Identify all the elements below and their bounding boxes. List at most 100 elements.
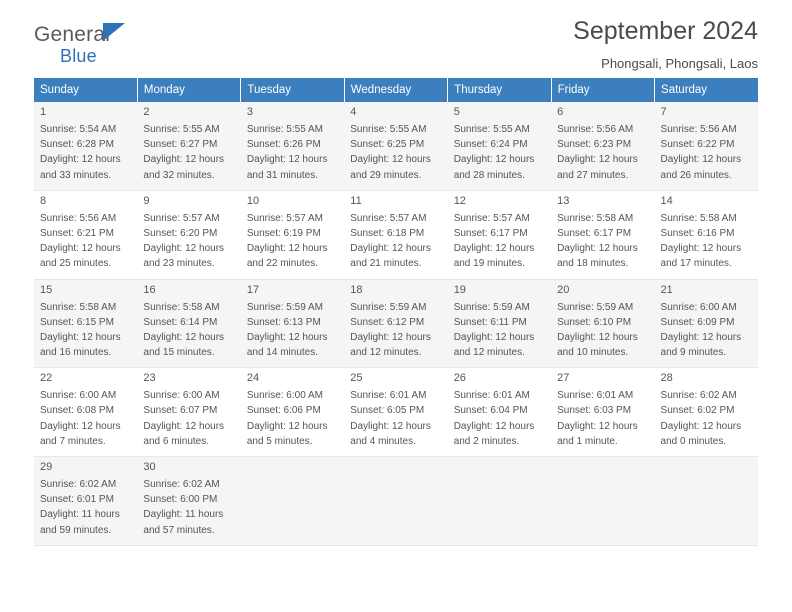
day-info-line: and 15 minutes.: [143, 347, 215, 359]
title-block: September 2024 Phongsali, Phongsali, Lao…: [573, 17, 758, 71]
day-info-line: and 33 minutes.: [40, 169, 112, 181]
day-info-line: Sunset: 6:25 PM: [350, 139, 425, 151]
flag-triangle-icon: [103, 23, 125, 41]
day-info-line: Sunrise: 5:57 AM: [246, 212, 323, 224]
weekday-header-monday: Monday: [137, 78, 242, 102]
day-info-line: Sunrise: 5:58 AM: [40, 301, 117, 313]
calendar-day-cell[interactable]: 10 Sunrise: 5:57 AM Sunset: 6:19 PM Dayligh…: [240, 190, 345, 280]
calendar-day-cell[interactable]: 2 Sunrise: 5:55 AM Sunset: 6:27 PM Daylight…: [137, 102, 241, 191]
calendar-day-cell[interactable]: 8 Sunrise: 5:56 AM Sunset: 6:21 PM Daylight…: [34, 190, 138, 280]
calendar-day-cell[interactable]: 14 Sunrise: 5:58 AM Sunset: 6:16 PM Dayligh…: [654, 190, 758, 280]
day-info-line: Sunset: 6:07 PM: [143, 405, 218, 417]
day-info-line: Sunrise: 6:00 AM: [143, 390, 220, 402]
day-number: 10: [246, 194, 260, 207]
day-info-line: Daylight: 12 hours: [453, 420, 535, 432]
calendar-day-cell[interactable]: 28 Sunrise: 6:02 AM Sunset: 6:02 PM Dayligh…: [654, 367, 758, 457]
logo[interactable]: General Blue: [34, 23, 125, 65]
calendar-day-cell[interactable]: 23 Sunrise: 6:00 AM Sunset: 6:07 PM Dayligh…: [137, 367, 241, 457]
day-info-line: Sunrise: 6:01 AM: [453, 390, 530, 402]
calendar-day-cell[interactable]: 16 Sunrise: 5:58 AM Sunset: 6:14 PM Dayligh…: [137, 279, 241, 369]
day-info-line: Daylight: 12 hours: [143, 420, 225, 432]
day-info-line: Sunset: 6:14 PM: [143, 316, 218, 328]
day-info-line: Daylight: 12 hours: [246, 331, 328, 343]
day-number: 12: [453, 194, 466, 207]
day-number: 15: [40, 283, 53, 296]
day-info-line: Sunset: 6:20 PM: [143, 227, 218, 239]
calendar-week-row: 29 Sunrise: 6:02 AM Sunset: 6:01 PM Dayligh…: [34, 456, 758, 546]
calendar-day-cell[interactable]: 20 Sunrise: 5:59 AM Sunset: 6:10 PM Dayligh…: [551, 279, 655, 369]
day-info-line: and 32 minutes.: [143, 169, 215, 181]
calendar-day-cell[interactable]: 3 Sunrise: 5:55 AM Sunset: 6:26 PM Daylight…: [240, 102, 345, 191]
calendar-day-cell[interactable]: 25 Sunrise: 6:01 AM Sunset: 6:05 PM Dayligh…: [344, 367, 448, 457]
calendar-day-cell[interactable]: 9 Sunrise: 5:57 AM Sunset: 6:20 PM Daylight…: [137, 190, 241, 280]
day-number: 5: [453, 106, 460, 118]
calendar-day-cell[interactable]: 5 Sunrise: 5:55 AM Sunset: 6:24 PM Daylight…: [447, 102, 552, 191]
calendar-day-cell[interactable]: 17 Sunrise: 5:59 AM Sunset: 6:13 PM Dayligh…: [240, 279, 345, 369]
day-info-line: and 5 minutes.: [246, 435, 313, 447]
calendar-day-cell[interactable]: 18 Sunrise: 5:59 AM Sunset: 6:12 PM Dayligh…: [344, 279, 448, 369]
page-header: General Blue September 2024 Phongsali, P…: [34, 0, 758, 78]
day-info-line: Daylight: 12 hours: [350, 331, 431, 343]
day-info-line: Daylight: 12 hours: [660, 154, 742, 166]
calendar-empty-cell: [551, 456, 655, 546]
day-number: 30: [143, 461, 156, 473]
day-info-line: Sunset: 6:19 PM: [246, 227, 321, 239]
day-number: 18: [350, 283, 363, 296]
weekday-header-row: Sunday Monday Tuesday Wednesday Thursday…: [34, 78, 758, 102]
day-info-line: and 12 minutes.: [350, 347, 422, 359]
day-number: 14: [660, 194, 673, 207]
day-info-line: Daylight: 12 hours: [246, 243, 328, 255]
day-info-line: Daylight: 12 hours: [453, 243, 535, 255]
day-info-line: Sunset: 6:18 PM: [350, 227, 425, 239]
day-info-line: and 16 minutes.: [40, 347, 112, 359]
day-info-line: Sunrise: 6:01 AM: [350, 390, 427, 402]
calendar-day-cell[interactable]: 11 Sunrise: 5:57 AM Sunset: 6:18 PM Dayligh…: [344, 190, 448, 280]
day-info-line: Sunset: 6:03 PM: [557, 405, 632, 417]
page-subtitle-location: Phongsali, Phongsali, Laos: [601, 55, 758, 71]
calendar-day-cell[interactable]: 19 Sunrise: 5:59 AM Sunset: 6:11 PM Dayligh…: [447, 279, 552, 369]
day-number: 13: [557, 194, 570, 207]
calendar-day-cell[interactable]: 1 Sunrise: 5:54 AM Sunset: 6:28 PM Daylight…: [34, 102, 138, 191]
day-info-line: Sunrise: 6:00 AM: [246, 390, 323, 402]
calendar-day-cell[interactable]: 26 Sunrise: 6:01 AM Sunset: 6:04 PM Dayligh…: [447, 367, 552, 457]
day-info-line: Sunset: 6:08 PM: [40, 405, 114, 417]
day-info-line: and 59 minutes.: [40, 524, 112, 536]
calendar-empty-cell: [447, 456, 552, 546]
day-info-line: and 21 minutes.: [350, 258, 422, 270]
calendar-day-cell[interactable]: 22 Sunrise: 6:00 AM Sunset: 6:08 PM Dayligh…: [34, 367, 138, 457]
calendar-day-cell[interactable]: 7 Sunrise: 5:56 AM Sunset: 6:22 PM Daylight…: [654, 102, 758, 191]
day-info-line: Sunrise: 5:59 AM: [350, 301, 427, 313]
calendar-day-cell[interactable]: 21 Sunrise: 6:00 AM Sunset: 6:09 PM Dayligh…: [654, 279, 758, 369]
calendar-day-cell[interactable]: 12 Sunrise: 5:57 AM Sunset: 6:17 PM Dayligh…: [447, 190, 552, 280]
day-info-line: Sunrise: 5:57 AM: [453, 212, 530, 224]
calendar-day-cell[interactable]: 4 Sunrise: 5:55 AM Sunset: 6:25 PM Daylight…: [344, 102, 448, 191]
day-info-line: Sunset: 6:22 PM: [660, 139, 735, 151]
weekday-header-sunday: Sunday: [34, 78, 138, 102]
day-number: 1: [40, 106, 47, 118]
calendar-page: General Blue September 2024 Phongsali, P…: [0, 0, 792, 612]
calendar-day-cell[interactable]: 30 Sunrise: 6:02 AM Sunset: 6:00 PM Dayligh…: [137, 456, 241, 546]
calendar-day-cell[interactable]: 15 Sunrise: 5:58 AM Sunset: 6:15 PM Dayligh…: [34, 279, 138, 369]
day-info-line: and 17 minutes.: [660, 258, 732, 270]
day-number: 8: [40, 194, 47, 207]
day-info-line: and 26 minutes.: [660, 169, 732, 181]
day-info-line: Daylight: 12 hours: [143, 154, 225, 166]
day-info-line: Sunrise: 5:57 AM: [350, 212, 427, 224]
day-info-line: Sunrise: 6:00 AM: [660, 301, 737, 313]
day-info-line: and 1 minute.: [557, 435, 618, 447]
day-number: 2: [143, 106, 150, 118]
calendar-day-cell[interactable]: 24 Sunrise: 6:00 AM Sunset: 6:06 PM Dayligh…: [240, 367, 345, 457]
day-number: 20: [557, 283, 570, 296]
day-number: 9: [143, 194, 150, 207]
day-number: 23: [143, 372, 156, 385]
day-info-line: Sunset: 6:21 PM: [40, 227, 114, 239]
day-info-line: Sunrise: 6:01 AM: [557, 390, 634, 402]
day-info-line: Daylight: 12 hours: [557, 243, 638, 255]
calendar-day-cell[interactable]: 6 Sunrise: 5:56 AM Sunset: 6:23 PM Daylight…: [551, 102, 655, 191]
calendar-day-cell[interactable]: 13 Sunrise: 5:58 AM Sunset: 6:17 PM Dayligh…: [551, 190, 655, 280]
calendar-day-cell[interactable]: 27 Sunrise: 6:01 AM Sunset: 6:03 PM Dayligh…: [551, 367, 655, 457]
day-info-line: Daylight: 12 hours: [143, 331, 225, 343]
day-info-line: Daylight: 12 hours: [350, 154, 431, 166]
calendar-day-cell[interactable]: 29 Sunrise: 6:02 AM Sunset: 6:01 PM Dayligh…: [34, 456, 138, 546]
day-number: 21: [660, 283, 673, 296]
